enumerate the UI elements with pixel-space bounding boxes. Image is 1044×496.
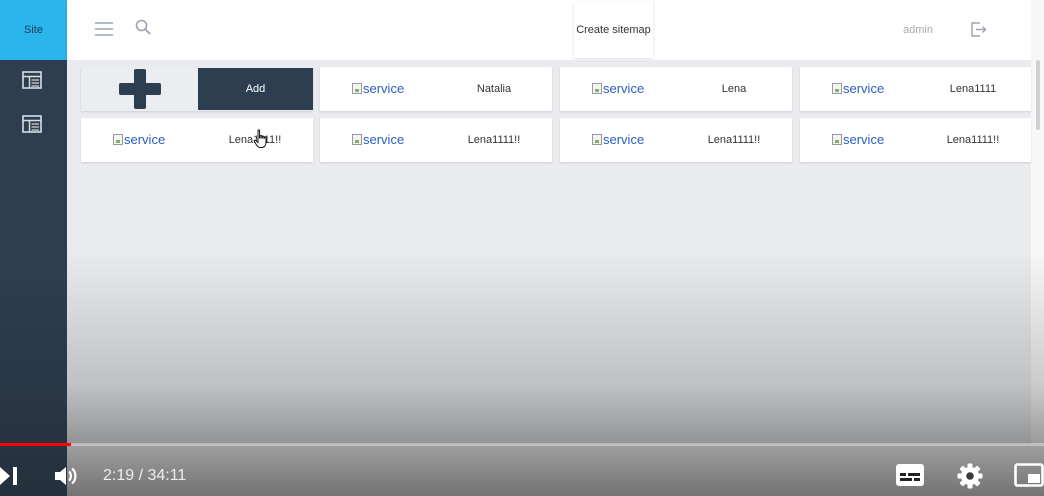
add-button[interactable]: Add <box>198 68 313 110</box>
service-image: service <box>352 81 404 96</box>
scrollbar-thumb[interactable] <box>1036 60 1040 130</box>
miniplayer-icon[interactable] <box>1014 462 1044 493</box>
time-display: 2:19 / 34:11 <box>103 467 187 484</box>
service-card[interactable]: service Natalia <box>320 67 552 111</box>
layout-icon[interactable] <box>22 70 42 90</box>
service-name: Lena1111 <box>949 83 997 95</box>
subtitles-icon[interactable] <box>896 464 924 491</box>
volume-icon[interactable] <box>54 465 80 492</box>
sidebar: Site <box>0 0 67 496</box>
video-controls: 2:19 / 34:11 <box>0 446 1044 496</box>
user-name[interactable]: admin <box>903 24 933 36</box>
hand-cursor-icon <box>253 129 269 149</box>
service-image: service <box>832 81 884 96</box>
service-name: Lena1111!! <box>946 134 1000 146</box>
broken-image-icon <box>832 134 842 145</box>
layout-icon[interactable] <box>22 114 42 134</box>
service-image: service <box>113 132 165 147</box>
service-card[interactable]: service Lena1111!! <box>320 118 552 162</box>
add-service-card: Add <box>81 67 313 111</box>
broken-image-icon <box>592 134 602 145</box>
create-sitemap-button[interactable]: Create sitemap <box>574 2 653 58</box>
broken-image-icon <box>352 134 362 145</box>
service-image: service <box>352 132 404 147</box>
service-card[interactable]: service Lena1111!! <box>560 118 792 162</box>
top-header: Create sitemap admin <box>67 0 1031 60</box>
service-card[interactable]: service Lena1111 <box>800 67 1031 111</box>
search-icon[interactable] <box>135 19 151 35</box>
broken-image-icon <box>352 83 362 94</box>
settings-icon[interactable] <box>957 463 983 494</box>
service-card[interactable]: service Lena1111!! <box>81 118 313 162</box>
broken-image-icon <box>113 134 123 145</box>
logout-icon[interactable] <box>970 21 987 38</box>
plus-icon[interactable] <box>118 68 162 110</box>
service-name: Lena <box>721 83 747 95</box>
service-name: Lena1111!! <box>467 134 521 146</box>
service-name: Lena1111!! <box>707 134 761 146</box>
menu-icon[interactable] <box>95 21 113 37</box>
service-image: service <box>592 132 644 147</box>
service-card[interactable]: service Lena1111!! <box>800 118 1031 162</box>
broken-image-icon <box>592 83 602 94</box>
next-icon[interactable] <box>0 465 20 492</box>
site-tab[interactable]: Site <box>0 0 67 60</box>
service-name: Natalia <box>476 83 512 95</box>
service-image: service <box>592 81 644 96</box>
broken-image-icon <box>832 83 842 94</box>
service-card[interactable]: service Lena <box>560 67 792 111</box>
service-image: service <box>832 132 884 147</box>
